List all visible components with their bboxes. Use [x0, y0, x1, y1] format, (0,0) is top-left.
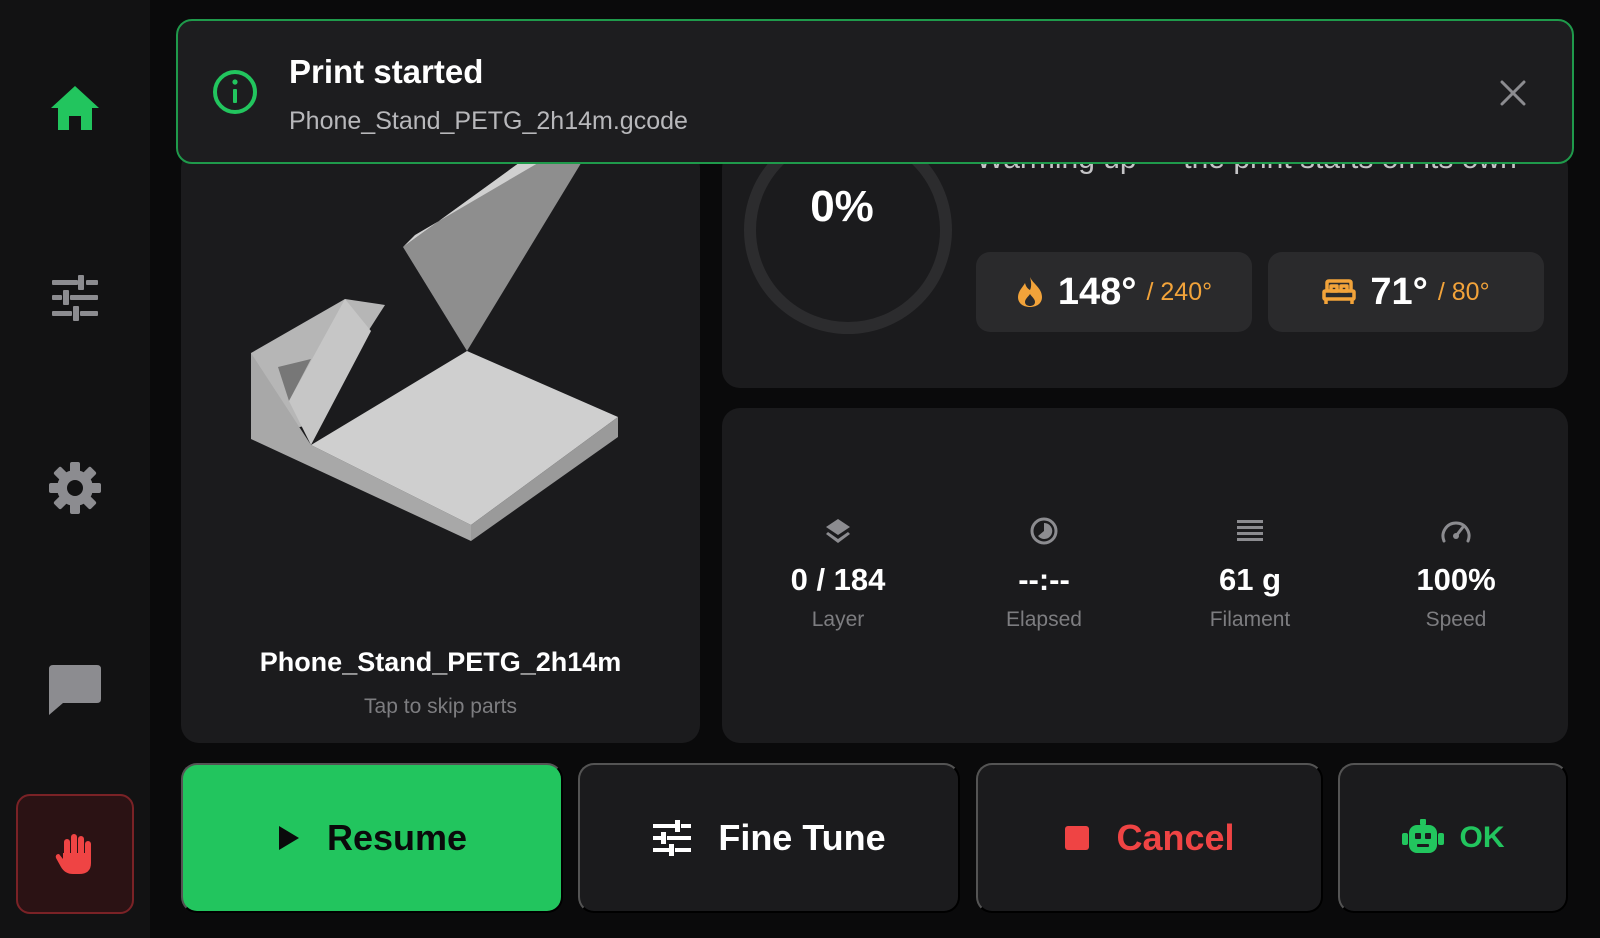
resume-button-label: Resume — [326, 817, 468, 858]
bed-current-temp: 71° — [1370, 270, 1428, 313]
bed-temperature[interactable]: 71° / 80° — [1268, 252, 1544, 332]
sidebar-item-home[interactable] — [35, 68, 115, 148]
flame-icon — [1017, 277, 1042, 307]
model-preview-card[interactable]: Phone_Stand_PETG_2h14m Tap to skip parts — [181, 150, 700, 743]
layer-value: 0 / 184 — [790, 562, 886, 597]
filament-value: 61 g — [1218, 562, 1282, 597]
bed-target-temp: / 80° — [1437, 277, 1490, 306]
toast-title: Print started — [289, 53, 484, 90]
hotend-current-temp: 148° — [1057, 270, 1137, 313]
sidebar — [0, 0, 150, 938]
sidebar-item-settings[interactable] — [35, 448, 115, 528]
print-status-card: 0% Warming up — the print starts on its … — [722, 150, 1568, 388]
print-started-toast: Print started Phone_Stand_PETG_2h14m.gco… — [176, 19, 1574, 164]
cancel-button-label: Cancel — [1116, 817, 1235, 858]
layers-icon — [826, 519, 850, 543]
fine-tune-button[interactable]: Fine Tune — [578, 763, 960, 913]
hand-stop-icon — [55, 834, 91, 874]
sliders-icon — [653, 820, 692, 856]
sliders-icon — [52, 275, 98, 321]
ok-button[interactable]: OK — [1338, 763, 1568, 913]
hotend-temperature[interactable]: 148° / 240° — [976, 252, 1252, 332]
progress-percent: 0% — [810, 182, 874, 231]
ok-button-label: OK — [1459, 821, 1505, 854]
cancel-button[interactable]: Cancel — [976, 763, 1323, 913]
toast-message: Phone_Stand_PETG_2h14m.gcode — [289, 107, 688, 135]
clock-icon — [1030, 517, 1058, 545]
elapsed-label: Elapsed — [1006, 608, 1082, 631]
chat-icon — [49, 665, 101, 715]
elapsed-value: --:-- — [1018, 562, 1070, 597]
stat-filament: 61 g Filament — [1150, 514, 1350, 632]
sidebar-item-tune[interactable] — [35, 258, 115, 338]
speed-label: Speed — [1425, 608, 1487, 631]
layer-label: Layer — [811, 608, 865, 631]
file-name: Phone_Stand_PETG_2h14m — [259, 647, 622, 677]
resume-button[interactable]: Resume — [181, 763, 563, 913]
play-icon — [278, 826, 299, 850]
filament-icon — [1237, 520, 1263, 541]
emergency-stop-button[interactable] — [16, 794, 134, 914]
print-stats-card: 0 / 184 Layer --:-- Elapsed 61 g Filamen… — [722, 408, 1568, 743]
progress-ring — [744, 150, 952, 334]
info-icon — [213, 70, 257, 114]
speed-value: 100% — [1416, 562, 1496, 597]
stat-elapsed: --:-- Elapsed — [944, 514, 1144, 632]
bed-icon — [1322, 279, 1357, 304]
speedometer-icon — [1441, 521, 1471, 543]
home-icon — [51, 86, 99, 130]
skip-parts-hint[interactable]: Tap to skip parts — [181, 695, 700, 719]
model-preview-image — [251, 155, 618, 541]
stop-icon — [1065, 826, 1090, 850]
stat-speed: 100% Speed — [1356, 514, 1556, 632]
stat-layer: 0 / 184 Layer — [738, 514, 938, 632]
filament-label: Filament — [1209, 608, 1291, 631]
fine-tune-button-label: Fine Tune — [718, 817, 886, 858]
robot-icon — [1401, 819, 1444, 853]
hotend-target-temp: / 240° — [1146, 277, 1213, 306]
gear-icon — [49, 462, 101, 514]
close-icon[interactable] — [1498, 78, 1528, 108]
sidebar-item-messages[interactable] — [35, 650, 115, 730]
